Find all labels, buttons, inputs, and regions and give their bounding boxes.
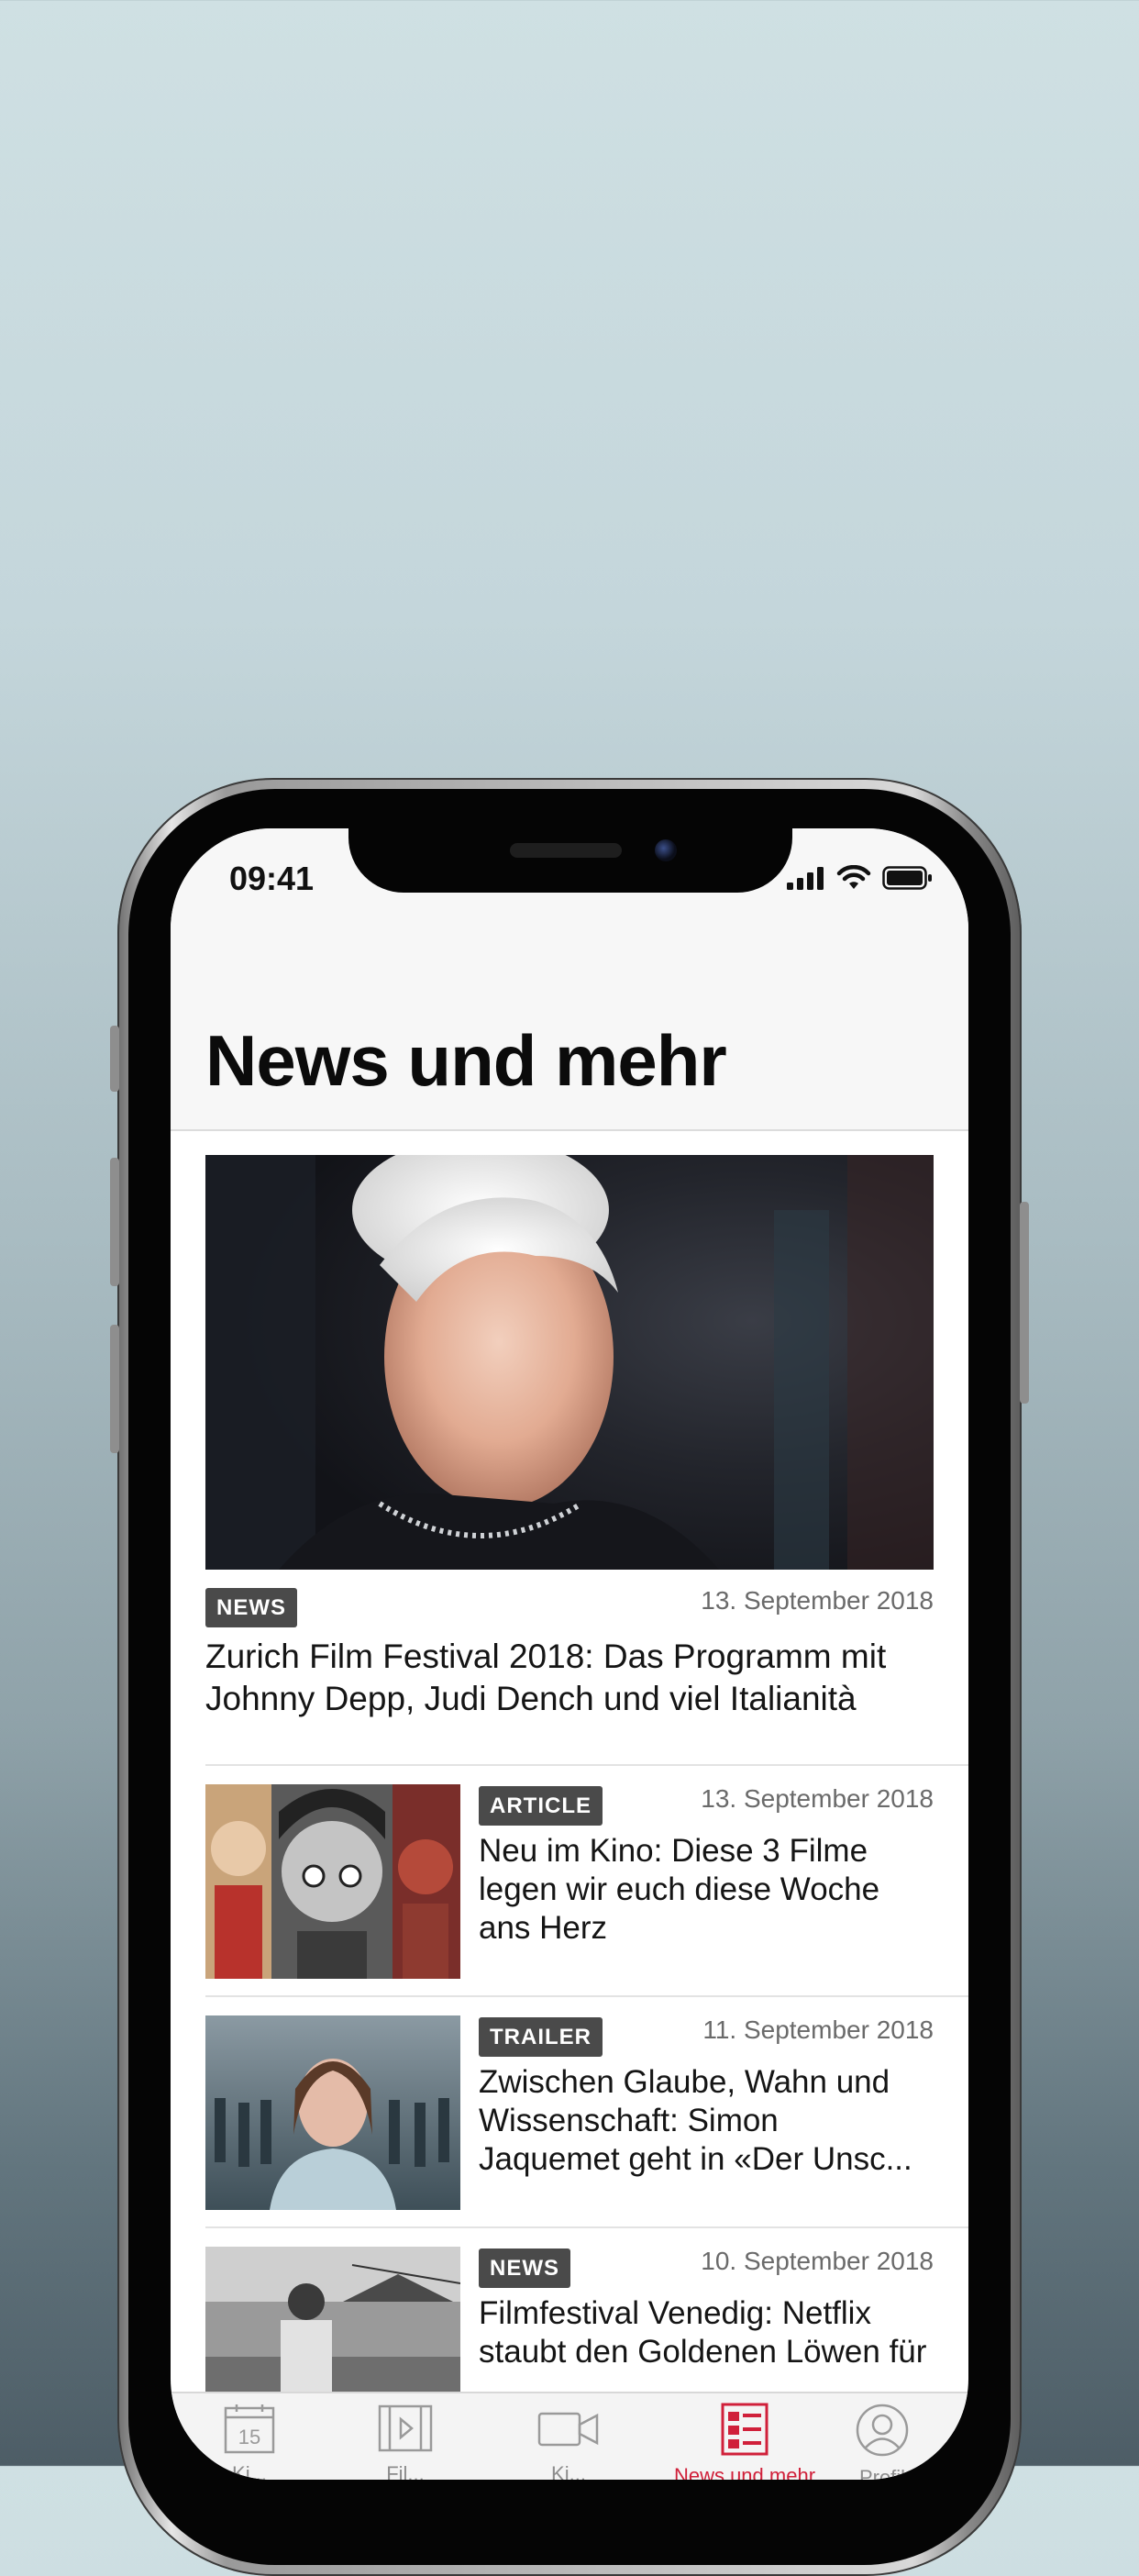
phone-silent-switch bbox=[110, 1026, 119, 1092]
headline-line: Filmfestival Venedig: Netflix bbox=[479, 2295, 871, 2331]
featured-article-image[interactable] bbox=[205, 1155, 934, 1570]
tab-news-und-mehr[interactable]: News und mehr bbox=[671, 2403, 818, 2480]
film-strip-icon bbox=[378, 2404, 433, 2452]
page-title: News und mehr bbox=[205, 1020, 727, 1101]
battery-icon bbox=[882, 866, 932, 890]
front-camera bbox=[655, 839, 677, 861]
article-date: 13. September 2018 bbox=[701, 1784, 934, 1813]
video-camera-icon bbox=[537, 2412, 599, 2447]
article-category-badge: ARTICLE bbox=[479, 1786, 603, 1826]
article-category-badge: TRAILER bbox=[479, 2017, 603, 2057]
tab-kinos[interactable]: Ki... bbox=[514, 2403, 624, 2480]
profile-icon bbox=[856, 2404, 909, 2457]
headline-line: ans Herz bbox=[479, 1910, 608, 1946]
app-screen: 09:41 News und mehr NEWS 13. September 2… bbox=[171, 828, 968, 2480]
headline-line: Neu im Kino: Diese 3 Filme bbox=[479, 1833, 868, 1869]
list-divider bbox=[205, 2226, 968, 2228]
article-headline[interactable]: Zwischen Glaube, Wahn und Wissenschaft: … bbox=[479, 2063, 946, 2179]
article-date: 11. September 2018 bbox=[702, 2015, 934, 2044]
list-divider bbox=[205, 1995, 968, 1997]
list-divider bbox=[205, 1764, 968, 1766]
news-icon bbox=[721, 2403, 769, 2456]
speaker-grille bbox=[510, 843, 622, 858]
headline-line: staubt den Goldenen Löwen für bbox=[479, 2334, 927, 2370]
headline-line: legen wir euch diese Woche bbox=[479, 1871, 880, 1907]
headline-line: Jaquemet geht in «Der Unsc... bbox=[479, 2141, 912, 2177]
tab-label: Ki... bbox=[551, 2462, 586, 2480]
portrait-photo bbox=[205, 1155, 934, 1570]
article-date: 13. September 2018 bbox=[701, 1586, 934, 1615]
article-headline[interactable]: Filmfestival Venedig: Netflix staubt den… bbox=[479, 2294, 946, 2371]
cellular-signal-icon bbox=[787, 867, 824, 890]
phone-power-button bbox=[1020, 1202, 1029, 1404]
tab-bar: 15 Ki... Fil... Ki... News und mehr Prof… bbox=[171, 2392, 968, 2480]
tab-label: News und mehr bbox=[673, 2464, 816, 2480]
tab-label: Fil... bbox=[386, 2462, 425, 2480]
article-date: 10. September 2018 bbox=[701, 2247, 934, 2275]
status-icons bbox=[787, 865, 934, 891]
tab-label: Profil bbox=[858, 2466, 906, 2480]
trailer-still-image bbox=[205, 2015, 460, 2210]
status-time: 09:41 bbox=[229, 860, 315, 897]
phone-notch bbox=[348, 828, 792, 893]
wifi-icon bbox=[836, 865, 871, 889]
movie-collage-image bbox=[205, 1784, 460, 1979]
tab-label: Ki... bbox=[232, 2462, 267, 2480]
headline-line: Zurich Film Festival 2018: Das Programm … bbox=[205, 1638, 887, 1675]
article-category-badge: NEWS bbox=[479, 2248, 570, 2288]
article-headline[interactable]: Zurich Film Festival 2018: Das Programm … bbox=[205, 1636, 939, 1720]
tab-kinoprogramm[interactable]: 15 Ki... bbox=[194, 2403, 304, 2480]
headline-line: Zwischen Glaube, Wahn und bbox=[479, 2064, 890, 2100]
phone-volume-up bbox=[110, 1158, 119, 1286]
article-category-badge: NEWS bbox=[205, 1588, 297, 1627]
headline-line: Johnny Depp, Judi Dench und viel Italian… bbox=[205, 1680, 857, 1717]
phone-volume-down bbox=[110, 1325, 119, 1453]
article-headline[interactable]: Neu im Kino: Diese 3 Filme legen wir euc… bbox=[479, 1832, 946, 1948]
calendar-day: 15 bbox=[238, 2426, 260, 2448]
article-thumbnail[interactable] bbox=[205, 2015, 460, 2210]
calendar-icon: 15 bbox=[224, 2404, 275, 2454]
headline-line: Wissenschaft: Simon bbox=[479, 2103, 779, 2138]
tab-filme[interactable]: Fil... bbox=[350, 2403, 460, 2480]
tab-profil[interactable]: Profil bbox=[827, 2403, 937, 2480]
article-thumbnail[interactable] bbox=[205, 1784, 460, 1979]
